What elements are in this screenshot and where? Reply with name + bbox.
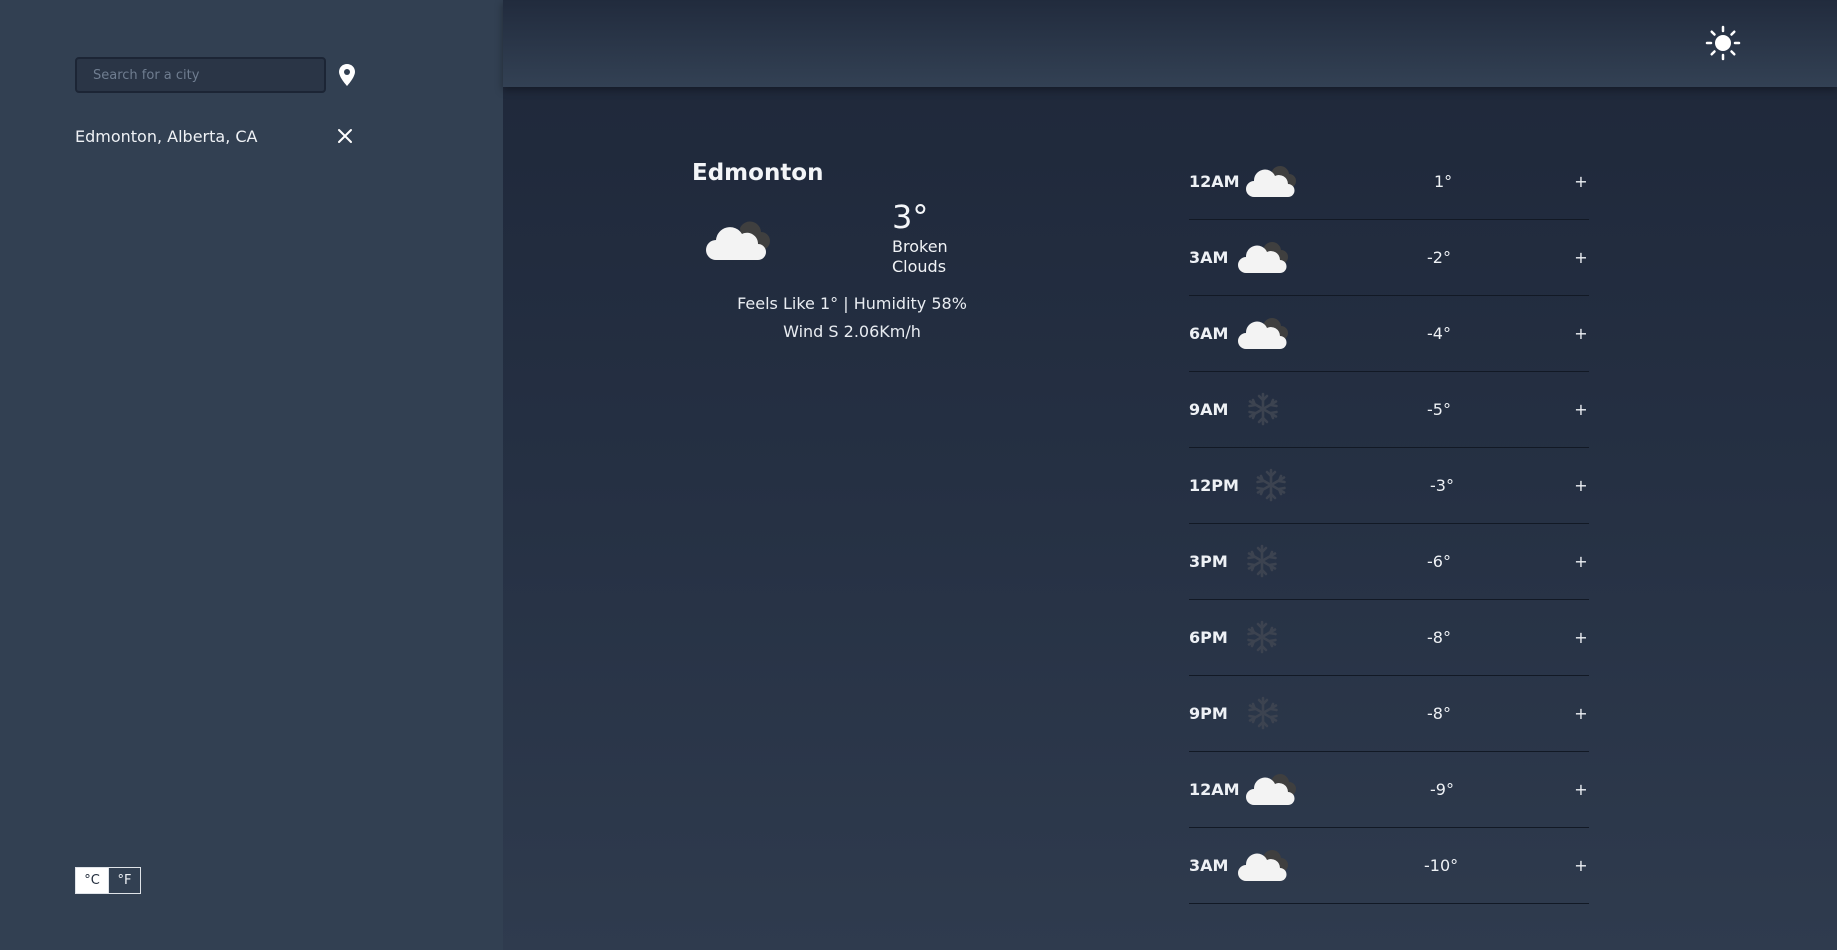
current-temperature: 3°: [892, 198, 929, 236]
hour-temperature: -5°: [1427, 400, 1451, 419]
feels-like-humidity: Feels Like 1° | Humidity 58%: [737, 294, 967, 313]
snowflake-icon: [1246, 392, 1280, 430]
snowflake-icon: [1254, 468, 1288, 506]
snowflake-icon: [1245, 620, 1279, 658]
hour-time: 12AM: [1189, 780, 1240, 799]
celsius-button[interactable]: °C: [76, 868, 108, 893]
hourly-row[interactable]: 3PM -6° +: [1189, 524, 1589, 600]
expand-row-button[interactable]: +: [1573, 324, 1589, 343]
hourly-row[interactable]: 3AM -10° +: [1189, 828, 1589, 904]
hour-time: 3AM: [1189, 248, 1229, 267]
fahrenheit-button[interactable]: °F: [108, 868, 140, 893]
current-details: Feels Like 1° | Humidity 58% Wind S 2.06…: [692, 290, 1012, 346]
expand-row-button[interactable]: +: [1573, 552, 1589, 571]
broken-clouds-icon: [1238, 238, 1294, 278]
hour-temperature: -6°: [1427, 552, 1451, 571]
hour-time: 6AM: [1189, 324, 1229, 343]
hour-temperature: -10°: [1424, 856, 1459, 875]
broken-clouds-icon: [1238, 314, 1294, 354]
current-summary: 3° Broken Clouds: [692, 199, 952, 284]
current-weather: Edmonton 3° Broken Clouds Feels Like 1° …: [692, 160, 967, 341]
close-icon[interactable]: [335, 126, 355, 146]
saved-city-label[interactable]: Edmonton, Alberta, CA: [75, 127, 258, 146]
hourly-row[interactable]: 9PM -8° +: [1189, 676, 1589, 752]
hour-temperature: -2°: [1427, 248, 1451, 267]
expand-row-button[interactable]: +: [1573, 476, 1589, 495]
broken-clouds-icon: [1246, 770, 1302, 810]
snowflake-icon: [1245, 544, 1279, 582]
main-panel: Edmonton 3° Broken Clouds Feels Like 1° …: [503, 0, 1837, 950]
expand-row-button[interactable]: +: [1573, 248, 1589, 267]
expand-row-button[interactable]: +: [1573, 628, 1589, 647]
sidebar: Edmonton, Alberta, CA °C °F: [0, 0, 503, 950]
hour-time: 6PM: [1189, 628, 1228, 647]
expand-row-button[interactable]: +: [1573, 400, 1589, 419]
hourly-row[interactable]: 12AM 1° +: [1189, 144, 1589, 220]
location-pin-icon[interactable]: [339, 64, 357, 86]
current-city-name: Edmonton: [692, 160, 824, 186]
wind-info: Wind S 2.06Km/h: [783, 322, 921, 341]
current-description: Broken Clouds: [892, 237, 948, 277]
expand-row-button[interactable]: +: [1573, 172, 1589, 191]
search-row: [75, 57, 357, 93]
hour-temperature: 1°: [1434, 172, 1453, 191]
hour-time: 12PM: [1189, 476, 1239, 495]
broken-clouds-icon: [1246, 162, 1302, 202]
hour-temperature: -8°: [1427, 628, 1451, 647]
hourly-row[interactable]: 12AM -9° +: [1189, 752, 1589, 828]
hour-time: 3AM: [1189, 856, 1229, 875]
broken-clouds-icon: [706, 214, 778, 266]
hour-time: 12AM: [1189, 172, 1240, 191]
city-search-input[interactable]: [75, 57, 326, 93]
hourly-row[interactable]: 9AM -5° +: [1189, 372, 1589, 448]
broken-clouds-icon: [1238, 846, 1294, 886]
hourly-row[interactable]: 12PM -3° +: [1189, 448, 1589, 524]
hour-temperature: -4°: [1427, 324, 1451, 343]
top-bar: [503, 0, 1837, 87]
expand-row-button[interactable]: +: [1573, 856, 1589, 875]
expand-row-button[interactable]: +: [1573, 704, 1589, 723]
hour-time: 3PM: [1189, 552, 1228, 571]
hour-temperature: -3°: [1430, 476, 1454, 495]
sun-icon[interactable]: [1705, 25, 1741, 61]
hour-temperature: -9°: [1430, 780, 1454, 799]
hourly-row[interactable]: 3AM -2° +: [1189, 220, 1589, 296]
hourly-row[interactable]: 6PM -8° +: [1189, 600, 1589, 676]
current-temp-block: 3° Broken Clouds: [892, 198, 972, 277]
snowflake-icon: [1246, 696, 1280, 734]
unit-toggle: °C °F: [75, 867, 141, 894]
saved-city-item[interactable]: Edmonton, Alberta, CA: [75, 126, 355, 146]
expand-row-button[interactable]: +: [1573, 780, 1589, 799]
hourly-row[interactable]: 6AM -4° +: [1189, 296, 1589, 372]
hour-time: 9AM: [1189, 400, 1229, 419]
hour-temperature: -8°: [1427, 704, 1451, 723]
hour-time: 9PM: [1189, 704, 1228, 723]
hourly-forecast: 12AM 1° +3AM -2° +6AM -4° +9AM -5° +12PM -3° +3PM -…: [1189, 144, 1589, 904]
